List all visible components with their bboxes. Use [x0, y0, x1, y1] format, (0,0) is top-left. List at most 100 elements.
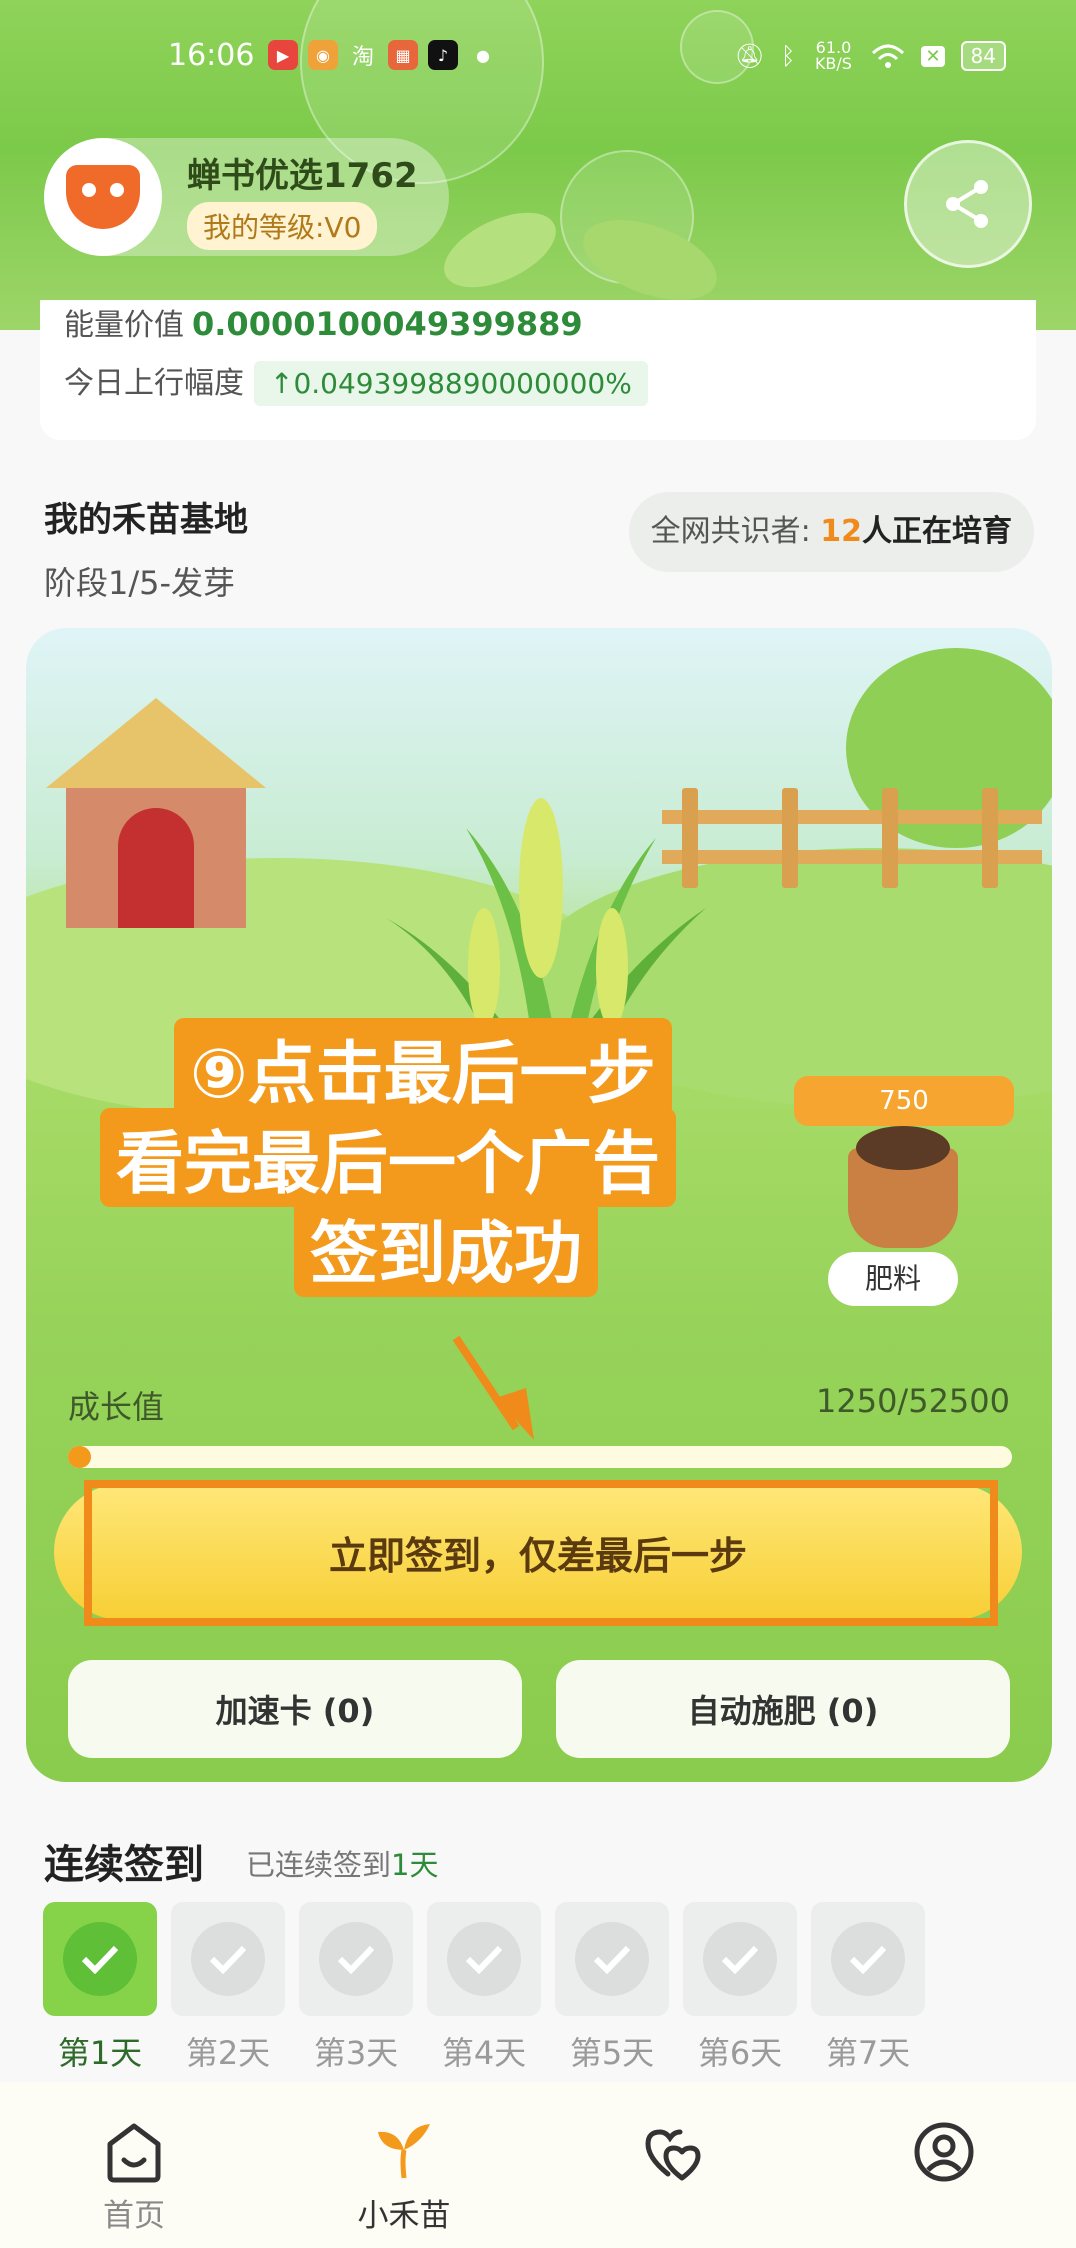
growth-progress-bar: [68, 1446, 1012, 1468]
day-box: [555, 1902, 669, 2016]
day-label: 第3天: [313, 2034, 399, 2072]
growers-suffix: 人正在培育: [862, 514, 1012, 549]
battery-indicator: 84: [960, 41, 1006, 71]
tab-seedling-label: 小禾苗: [357, 2198, 451, 2234]
leaf-decor-icon: [444, 212, 717, 300]
grid-app-icon: ▦: [388, 40, 418, 70]
day-box: [299, 1902, 413, 2016]
growers-count: 12: [820, 514, 862, 549]
day-label: 第5天: [569, 2034, 655, 2072]
more-dot-icon: ●: [476, 45, 490, 65]
fence-post: [982, 788, 998, 888]
energy-label: 能量价值: [64, 308, 184, 343]
checkin-day[interactable]: 第5天: [554, 1902, 670, 2074]
profile-name: 蝉书优选1762: [187, 156, 418, 196]
checkin-day[interactable]: 第2天: [170, 1902, 286, 2074]
check-icon: [319, 1922, 393, 1996]
checkin-days: 第1天 第2天 第3天 第4天 第5天 第6天 第7天: [42, 1902, 926, 2074]
status-time: 16:06: [168, 38, 255, 73]
check-icon: [575, 1922, 649, 1996]
day-box: [811, 1902, 925, 2016]
status-bar: 16:06 ▶ ◉ 淘 ▦ ♪ ● 🔕︎ ᛒ 61.0 KB/S ✕ 84: [0, 30, 1076, 90]
highlight-frame: [84, 1480, 998, 1626]
checkin-subtitle-days: 1天: [391, 1848, 439, 1882]
taobao-app-icon: 淘: [351, 45, 374, 70]
checkin-day[interactable]: 第7天: [810, 1902, 926, 2074]
tab-profile[interactable]: [874, 2120, 1014, 2184]
sim-icon: ✕: [921, 45, 945, 67]
profile-chip[interactable]: 蝉书优选1762 我的等级:V0: [44, 138, 449, 256]
house-illustration: [46, 698, 266, 928]
wifi-icon: [872, 44, 905, 68]
farm-scene: ⑨点击最后一步 看完最后一个广告 签到成功 750 肥料 成长值 1250/52…: [26, 628, 1052, 1782]
fence-post: [882, 788, 898, 888]
check-icon: [191, 1922, 265, 1996]
mute-icon: 🔕︎: [734, 42, 766, 70]
tab-favorites[interactable]: [604, 2120, 744, 2184]
energy-info-card: 能量价值 0.0000100049399889 今日上行幅度 ↑0.04939988…: [40, 300, 1036, 440]
share-button[interactable]: [904, 140, 1032, 268]
share-icon: [946, 180, 988, 228]
network-speed: 61.0 KB/S: [814, 38, 852, 73]
rise-value: ↑0.0493998890000000%: [254, 361, 648, 406]
bottom-tab-bar: 首页 小禾苗: [0, 2082, 1076, 2248]
avatar[interactable]: [44, 138, 162, 256]
energy-row: 能量价值 0.0000100049399889: [64, 300, 583, 344]
checkin-subtitle-prefix: 已连续签到: [246, 1848, 392, 1882]
growth-label: 成长值: [68, 1388, 165, 1426]
day-label: 第1天: [57, 2034, 143, 2072]
sprout-icon: [378, 2124, 430, 2179]
rise-label: 今日上行幅度: [64, 366, 244, 401]
rise-row: 今日上行幅度 ↑0.0493998890000000%: [64, 358, 648, 406]
base-title: 我的禾苗基地: [44, 500, 248, 540]
tip-line-3: 签到成功: [294, 1198, 599, 1297]
day-box: [43, 1902, 157, 2016]
user-icon: [914, 2122, 974, 2182]
day-label: 第2天: [185, 2034, 271, 2072]
shop-app-icon: ◉: [308, 40, 338, 70]
tiktok-app-icon: ♪: [428, 40, 458, 70]
house-roof: [46, 698, 266, 788]
day-label: 第7天: [825, 2034, 911, 2072]
day-box: [171, 1902, 285, 2016]
tab-home-label: 首页: [103, 2198, 165, 2234]
video-app-icon: ▶: [268, 40, 298, 70]
tab-seedling[interactable]: 小禾苗: [334, 2120, 474, 2235]
growth-value: 1250/52500: [815, 1382, 1010, 1420]
tip-line-2: 看完最后一个广告: [100, 1108, 677, 1207]
checkin-day[interactable]: 第1天: [42, 1902, 158, 2074]
hearts-icon: [645, 2129, 701, 2181]
level-badge[interactable]: 我的等级:V0: [187, 202, 378, 250]
checkin-subtitle: 已连续签到1天: [246, 1842, 438, 1884]
day-box: [683, 1902, 797, 2016]
check-icon: [703, 1922, 777, 1996]
growers-prefix: 全网共识者:: [650, 514, 821, 549]
fertilizer-bag-icon[interactable]: [848, 1126, 958, 1248]
tip-line-1: ⑨点击最后一步: [174, 1018, 672, 1117]
day-label: 第4天: [441, 2034, 527, 2072]
speed-card-button[interactable]: 加速卡 (0): [68, 1660, 522, 1758]
check-icon: [447, 1922, 521, 1996]
tab-home[interactable]: 首页: [64, 2120, 204, 2235]
checkin-day[interactable]: 第3天: [298, 1902, 414, 2074]
brand-logo-icon: [66, 165, 140, 229]
checkin-day[interactable]: 第6天: [682, 1902, 798, 2074]
growers-count-badge: 全网共识者: 12人正在培育: [628, 492, 1034, 572]
fence-post: [782, 788, 798, 888]
fertilizer-button[interactable]: 肥料: [828, 1252, 958, 1306]
status-app-icons: ▶ ◉ 淘 ▦ ♪ ●: [268, 40, 498, 70]
stage-label: 阶段1/5-发芽: [44, 564, 236, 602]
status-indicators: 🔕︎ ᛒ 61.0 KB/S ✕ 84: [735, 40, 1006, 72]
day-label: 第6天: [697, 2034, 783, 2072]
check-icon: [831, 1922, 905, 1996]
bluetooth-icon: ᛒ: [781, 42, 796, 70]
house-door: [118, 808, 194, 928]
checkin-day[interactable]: 第4天: [426, 1902, 542, 2074]
auto-fertilize-button[interactable]: 自动施肥 (0): [556, 1660, 1010, 1758]
check-icon: [63, 1922, 137, 1996]
fertilizer-count: 750: [794, 1076, 1014, 1126]
home-icon: [107, 2123, 161, 2183]
day-box: [427, 1902, 541, 2016]
growth-progress-fill: [68, 1446, 91, 1468]
checkin-title: 连续签到: [44, 1842, 204, 1888]
